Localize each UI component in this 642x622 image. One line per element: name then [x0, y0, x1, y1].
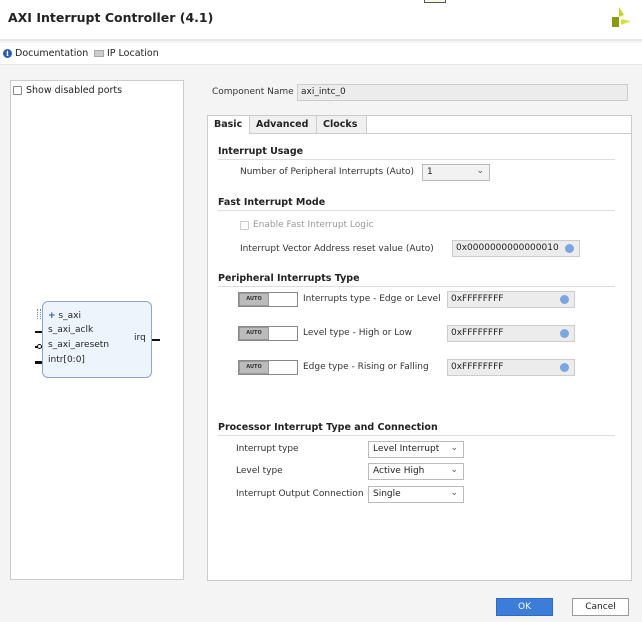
section-interrupt-usage: Interrupt Usage	[218, 146, 615, 160]
documentation-label: Documentation	[15, 48, 89, 59]
output-connection-label: Interrupt Output Connection	[236, 489, 364, 499]
select-value: Active High	[373, 466, 425, 476]
documentation-link[interactable]: i Documentation	[3, 48, 88, 59]
cancel-button[interactable]: Cancel	[572, 598, 629, 616]
ok-button[interactable]: OK	[496, 598, 553, 616]
port-s-axi: + s_axi	[48, 311, 81, 321]
auto-toggle-edge-type[interactable]: AUTO	[238, 360, 298, 375]
select-value: Single	[373, 489, 401, 499]
interrupts-type-input[interactable]: 0xFFFFFFFF	[447, 291, 575, 308]
section-peripheral-interrupts-type: Peripheral Interrupts Type	[218, 273, 615, 287]
port-s-axi-aclk: s_axi_aclk	[48, 325, 94, 335]
port-irq: irq	[134, 333, 146, 343]
num-interrupts-label: Number of Peripheral Interrupts (Auto)	[240, 167, 415, 177]
input-value: 0xFFFFFFFF	[451, 362, 504, 372]
auto-toggle-interrupts-type[interactable]: AUTO	[238, 292, 298, 307]
pin-aclk	[35, 331, 42, 333]
auto-label: AUTO	[239, 361, 269, 374]
xilinx-logo-icon	[612, 7, 631, 27]
checkbox-box[interactable]	[13, 86, 22, 95]
select-value: 1	[427, 167, 433, 177]
port-label: s_axi	[58, 311, 81, 321]
tab-panel	[207, 115, 632, 581]
auto-label: AUTO	[239, 327, 269, 340]
checkbox-label: Enable Fast Interrupt Logic	[253, 220, 374, 230]
ip-location-link[interactable]: IP Location	[94, 48, 159, 59]
edge-type-label: Edge type - Rising or Falling	[303, 362, 429, 372]
chevron-down-icon: ⌄	[450, 465, 458, 475]
select-value: Level Interrupt	[373, 444, 440, 454]
vector-address-input[interactable]: 0x0000000000000010	[452, 240, 580, 257]
ip-location-label: IP Location	[107, 48, 159, 59]
bus-interface-icon	[37, 309, 41, 319]
output-connection-select[interactable]: Single ⌄	[368, 486, 464, 503]
section-processor-interrupt: Processor Interrupt Type and Connection	[218, 422, 615, 436]
section-fast-interrupt-mode: Fast Interrupt Mode	[218, 197, 615, 211]
show-disabled-ports-checkbox[interactable]: Show disabled ports	[13, 85, 122, 96]
chevron-down-icon: ⌄	[476, 166, 484, 176]
tooltip-box	[424, 0, 446, 3]
ip-block-symbol[interactable]: + s_axi s_axi_aclk s_axi_aresetn intr[0:…	[42, 301, 152, 378]
folder-icon	[94, 50, 104, 57]
tab-clocks[interactable]: Clocks	[317, 116, 367, 134]
tab-divider	[367, 133, 631, 134]
input-value: 0x0000000000000010	[456, 243, 559, 253]
checkbox-box[interactable]	[240, 220, 249, 230]
edge-type-input[interactable]: 0xFFFFFFFF	[447, 359, 575, 376]
info-icon[interactable]	[560, 363, 569, 372]
info-icon: i	[3, 49, 12, 58]
info-icon[interactable]	[560, 329, 569, 338]
info-icon[interactable]	[565, 244, 574, 253]
tab-basic[interactable]: Basic	[208, 116, 250, 134]
pin-irq	[152, 339, 160, 341]
enable-fast-interrupt-checkbox[interactable]: Enable Fast Interrupt Logic	[240, 220, 373, 230]
interrupt-type-select[interactable]: Level Interrupt ⌄	[368, 441, 464, 458]
component-name-label: Component Name	[212, 87, 294, 97]
interrupt-type-label: Interrupt type	[236, 444, 299, 454]
num-interrupts-select[interactable]: 1 ⌄	[422, 164, 490, 181]
level-type-label: Level type - High or Low	[303, 328, 413, 338]
level-type-select[interactable]: Active High ⌄	[368, 463, 464, 480]
port-s-axi-aresetn: s_axi_aresetn	[48, 340, 110, 350]
chevron-down-icon: ⌄	[450, 488, 458, 498]
active-low-icon	[37, 344, 42, 349]
checkbox-label: Show disabled ports	[26, 85, 123, 96]
input-value: 0xFFFFFFFF	[451, 294, 504, 304]
level-type-label: Level type	[236, 466, 283, 476]
pin-intr	[35, 361, 42, 364]
vector-address-label: Interrupt Vector Address reset value (Au…	[240, 244, 434, 254]
interrupts-type-label: Interrupts type - Edge or Level	[303, 294, 441, 304]
port-intr: intr[0:0]	[48, 355, 85, 365]
info-icon[interactable]	[560, 295, 569, 304]
chevron-down-icon: ⌄	[450, 443, 458, 453]
tab-advanced[interactable]: Advanced	[250, 116, 317, 134]
input-value: 0xFFFFFFFF	[451, 328, 504, 338]
window-title: AXI Interrupt Controller (4.1)	[8, 10, 214, 25]
auto-toggle-level-type[interactable]: AUTO	[238, 326, 298, 341]
auto-label: AUTO	[239, 293, 269, 306]
component-name-input[interactable]: axi_intc_0	[297, 84, 628, 101]
level-type-input[interactable]: 0xFFFFFFFF	[447, 325, 575, 342]
